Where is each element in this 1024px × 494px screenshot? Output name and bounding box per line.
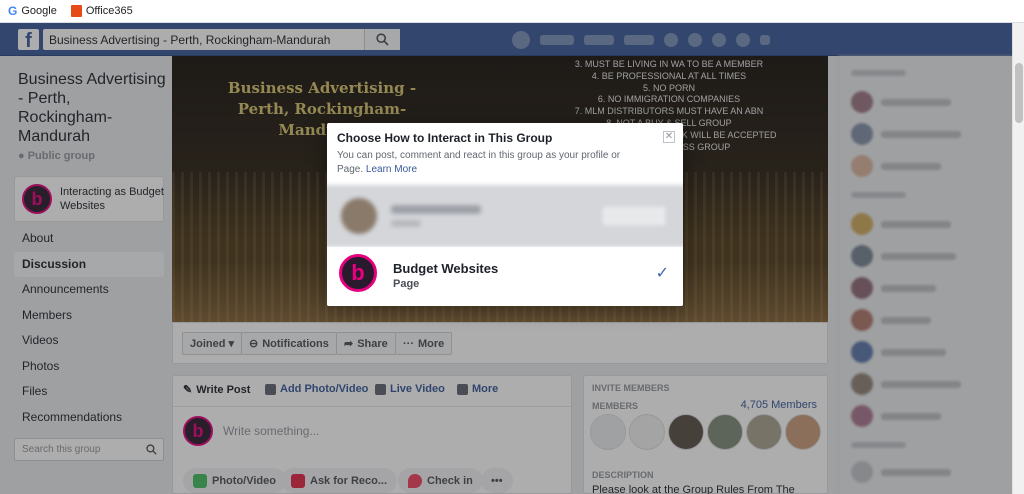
page-scrollbar[interactable]: [1012, 23, 1024, 494]
profile-avatar: [341, 198, 377, 234]
page-option-budget-websites[interactable]: Budget Websites Page ✓: [327, 247, 683, 306]
scrollbar-thumb[interactable]: [1015, 63, 1023, 123]
bookmark-label: Google: [21, 5, 57, 17]
choose-identity-dialog: Choose How to Interact in This Group ✕ Y…: [327, 123, 683, 306]
bookmark-label: Office365: [85, 5, 133, 17]
profile-name: [391, 205, 481, 214]
checkmark-icon: ✓: [655, 265, 669, 282]
dialog-subtitle: You can post, comment and react in this …: [337, 149, 637, 177]
switch-button[interactable]: [601, 205, 667, 227]
page-name: Budget Websites: [393, 261, 499, 276]
page-type: Page: [393, 278, 420, 290]
google-icon: G: [8, 4, 18, 18]
bookmarks-bar: G Google Office365: [0, 0, 1024, 23]
close-icon[interactable]: ✕: [663, 131, 675, 143]
office365-icon: [70, 5, 82, 17]
profile-option-blurred[interactable]: [327, 185, 683, 247]
budget-websites-avatar: [339, 254, 377, 292]
dialog-title: Choose How to Interact in This Group: [337, 131, 553, 145]
bookmark-office365[interactable]: Office365: [70, 5, 133, 17]
bookmark-google[interactable]: G Google: [8, 4, 57, 18]
profile-type: [391, 220, 421, 227]
learn-more-link[interactable]: Learn More: [366, 164, 417, 175]
